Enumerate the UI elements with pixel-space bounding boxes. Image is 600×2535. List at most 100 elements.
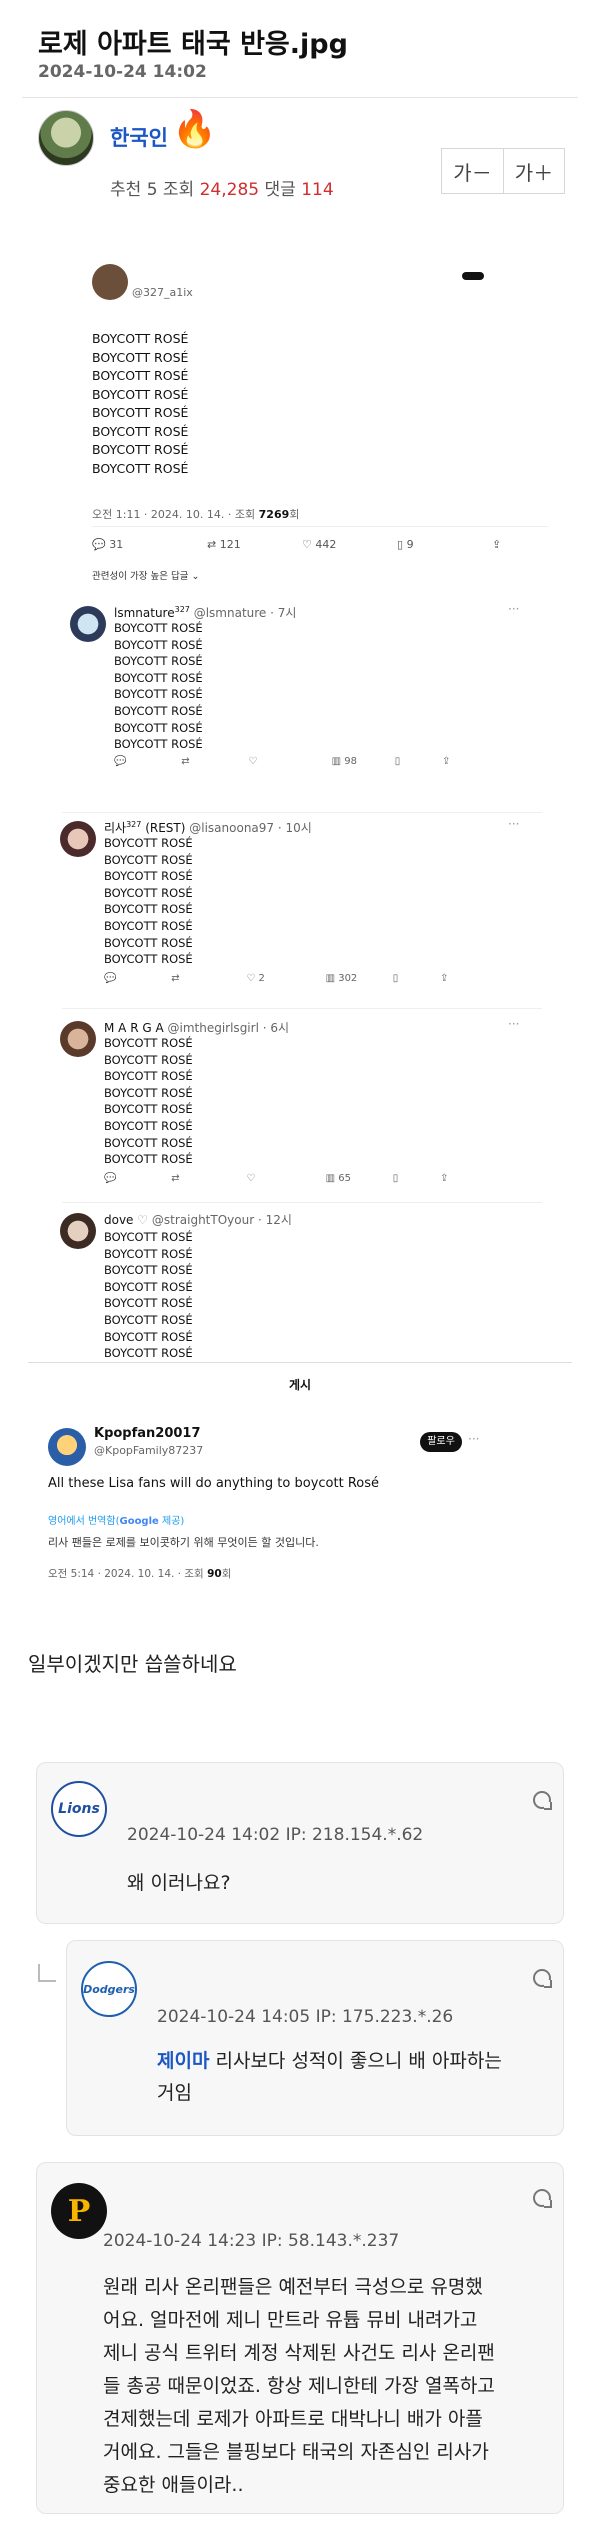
reply-author: dove ♡ @straightTOyour · 12시: [104, 1211, 292, 1228]
reply-line: BOYCOTT ROSÉ: [104, 918, 193, 933]
font-smaller-button[interactable]: 가－: [442, 149, 503, 193]
reply-icon[interactable]: 💬: [104, 973, 168, 984]
reply-comment-icon[interactable]: [533, 1791, 552, 1810]
quote-text: All these Lisa fans will do anything to …: [48, 1476, 379, 1491]
like-icon[interactable]: ♡: [248, 756, 328, 767]
share-icon[interactable]: ⇪: [440, 973, 448, 984]
reply-author: 리사327 (REST) @lisanoona97 · 10시: [104, 819, 312, 836]
bookmark-action[interactable]: ▯ 9: [397, 538, 492, 551]
reply-sort-label: 관련성이 가장 높은 답글: [92, 571, 189, 582]
comment-text: 원래 리사 온리팬들은 예전부터 극성으로 유명했 어요. 얼마전에 제니 만트…: [103, 2271, 495, 2502]
comment-text-line: 중요한 애들이라..: [103, 2474, 244, 2496]
screenshot-divider: [28, 1362, 572, 1363]
views-icon[interactable]: ▥ 65: [326, 1173, 390, 1184]
views-icon[interactable]: ▥ 98: [332, 756, 392, 767]
header-divider: [22, 97, 578, 98]
reply-body: BOYCOTT ROSÉ BOYCOTT ROSÉ BOYCOTT ROSÉ B…: [104, 1035, 193, 1168]
like-icon[interactable]: ♡: [246, 1173, 322, 1184]
share-icon[interactable]: ⇪: [440, 1173, 448, 1184]
quote-meta: 오전 5:14 · 2024. 10. 14. · 조회 90회: [48, 1566, 231, 1581]
tweet-line: BOYCOTT ROSÉ: [92, 368, 189, 383]
tweet-time: 오전 1:11 · 2024. 10. 14. · 조회: [92, 508, 256, 521]
reply-line: BOYCOTT ROSÉ: [104, 1085, 193, 1100]
reply-line: BOYCOTT ROSÉ: [104, 902, 193, 917]
comment-meta: 2024-10-24 14:23 IP: 58.143.*.237: [103, 2231, 400, 2251]
pirates-logo: P: [51, 2183, 107, 2239]
retweet-icon[interactable]: ⇄: [171, 1173, 243, 1184]
reply-line: BOYCOTT ROSÉ: [104, 869, 193, 884]
like-action[interactable]: ♡ 442: [302, 538, 397, 551]
reply-arrow-icon: [38, 1964, 56, 1982]
more-icon[interactable]: ···: [508, 1017, 519, 1031]
reply-comment-icon[interactable]: [533, 2189, 552, 2208]
translate-suffix: 제공): [158, 1516, 185, 1527]
reply-line: BOYCOTT ROSÉ: [104, 1135, 193, 1150]
comment-text-line: 원래 리사 온리팬들은 예전부터 극성으로 유명했: [103, 2276, 483, 2298]
reply-icon[interactable]: 💬: [114, 756, 178, 767]
quote-time: 오전 5:14 · 2024. 10. 14. · 조회: [48, 1568, 204, 1580]
bookmark-icon[interactable]: ▯: [393, 973, 437, 984]
comment-mention[interactable]: 제이마: [157, 2050, 209, 2072]
share-icon[interactable]: ⇪: [442, 756, 450, 767]
comment-card: P 2024-10-24 14:23 IP: 58.143.*.237 원래 리…: [36, 2162, 564, 2514]
share-icon[interactable]: ⇪: [492, 538, 501, 551]
reply-line: BOYCOTT ROSÉ: [114, 703, 203, 718]
quote-views: 90: [207, 1568, 222, 1580]
translate-note[interactable]: 영어에서 번역함(Google 제공): [48, 1512, 184, 1527]
follow-button[interactable]: 팔로우: [420, 1432, 462, 1452]
reply-handle: @imthegirlsgirl · 6시: [167, 1021, 290, 1035]
reply-avatar: [60, 821, 96, 857]
retweet-action[interactable]: ⇄ 121: [207, 538, 302, 551]
more-icon[interactable]: ···: [468, 1432, 479, 1446]
comment-text: 왜 이러나요?: [127, 1872, 231, 1894]
comment-text-line: 제니 공식 트위터 계정 삭제된 사건도 리사 온리팬: [103, 2342, 495, 2364]
follow-button-partial: [462, 272, 484, 280]
more-icon[interactable]: ···: [508, 602, 519, 616]
retweet-icon[interactable]: ⇄: [181, 756, 245, 767]
reply-sort[interactable]: 관련성이 가장 높은 답글 ⌄: [92, 568, 199, 582]
reply-line: BOYCOTT ROSÉ: [104, 836, 193, 850]
reply-tweet: dove ♡ @straightTOyour · 12시 BOYCOTT ROS…: [60, 1202, 542, 1362]
lions-logo: Lions: [51, 1781, 107, 1837]
reply-comment-icon[interactable]: [533, 1969, 552, 1988]
reply-handle: @lsmnature · 7시: [193, 606, 297, 620]
reply-body: BOYCOTT ROSÉ BOYCOTT ROSÉ BOYCOTT ROSÉ B…: [104, 1229, 193, 1362]
author-avatar[interactable]: [38, 110, 94, 166]
comment-text-line: 거임: [157, 2082, 192, 2104]
author-name[interactable]: 한국인: [110, 122, 168, 152]
pirates-logo-text: P: [67, 2193, 91, 2229]
reply-line: BOYCOTT ROSÉ: [104, 1102, 193, 1117]
reply-line: BOYCOTT ROSÉ: [114, 621, 203, 635]
reply-icon[interactable]: 💬: [104, 1173, 168, 1184]
quote-text-translated: 리사 팬들은 로제를 보이콧하기 위해 무엇이든 할 것입니다.: [48, 1536, 319, 1549]
reply-views: 98: [344, 756, 357, 767]
reply-avatar: [60, 1213, 96, 1249]
bookmark-icon[interactable]: ▯: [393, 1173, 437, 1184]
comments-count: 114: [301, 180, 334, 200]
reply-line: BOYCOTT ROSÉ: [114, 637, 203, 652]
font-larger-button[interactable]: 가＋: [503, 149, 564, 193]
reply-line: BOYCOTT ROSÉ: [104, 852, 193, 867]
bookmark-count: 9: [406, 538, 414, 551]
reply-name: 리사: [104, 821, 127, 835]
reply-views: 302: [338, 973, 358, 984]
reply-line: BOYCOTT ROSÉ: [104, 1118, 193, 1133]
like-icon[interactable]: ♡ 2: [246, 973, 322, 984]
reply-body: BOYCOTT ROSÉ BOYCOTT ROSÉ BOYCOTT ROSÉ B…: [104, 835, 193, 968]
tweet-divider: [92, 526, 548, 527]
retweet-icon[interactable]: ⇄: [171, 973, 243, 984]
comment-text: 제이마 리사보다 성적이 좋으니 배 아파하는 거임: [157, 2045, 502, 2109]
reply-handle: @straightTOyour · 12시: [151, 1213, 292, 1227]
comment-text-line: 리사보다 성적이 좋으니 배 아파하는: [209, 2050, 502, 2072]
heart-icon: ♡: [137, 1213, 149, 1227]
tweet-handle: @327_a1ix: [132, 286, 193, 299]
tweet-line: BOYCOTT ROSÉ: [92, 386, 189, 402]
tweet-line: BOYCOTT ROSÉ: [92, 405, 189, 420]
comment-text-line: 어요. 얼마전에 제니 만트라 유튭 뮤비 내려가고: [103, 2309, 478, 2331]
views-icon[interactable]: ▥ 302: [326, 973, 390, 984]
bookmark-icon[interactable]: ▯: [395, 756, 439, 767]
reply-action[interactable]: 💬 31: [92, 538, 207, 551]
reply-line: BOYCOTT ROSÉ: [104, 952, 193, 967]
more-icon[interactable]: ···: [508, 817, 519, 831]
reply-line: BOYCOTT ROSÉ: [104, 1036, 193, 1050]
